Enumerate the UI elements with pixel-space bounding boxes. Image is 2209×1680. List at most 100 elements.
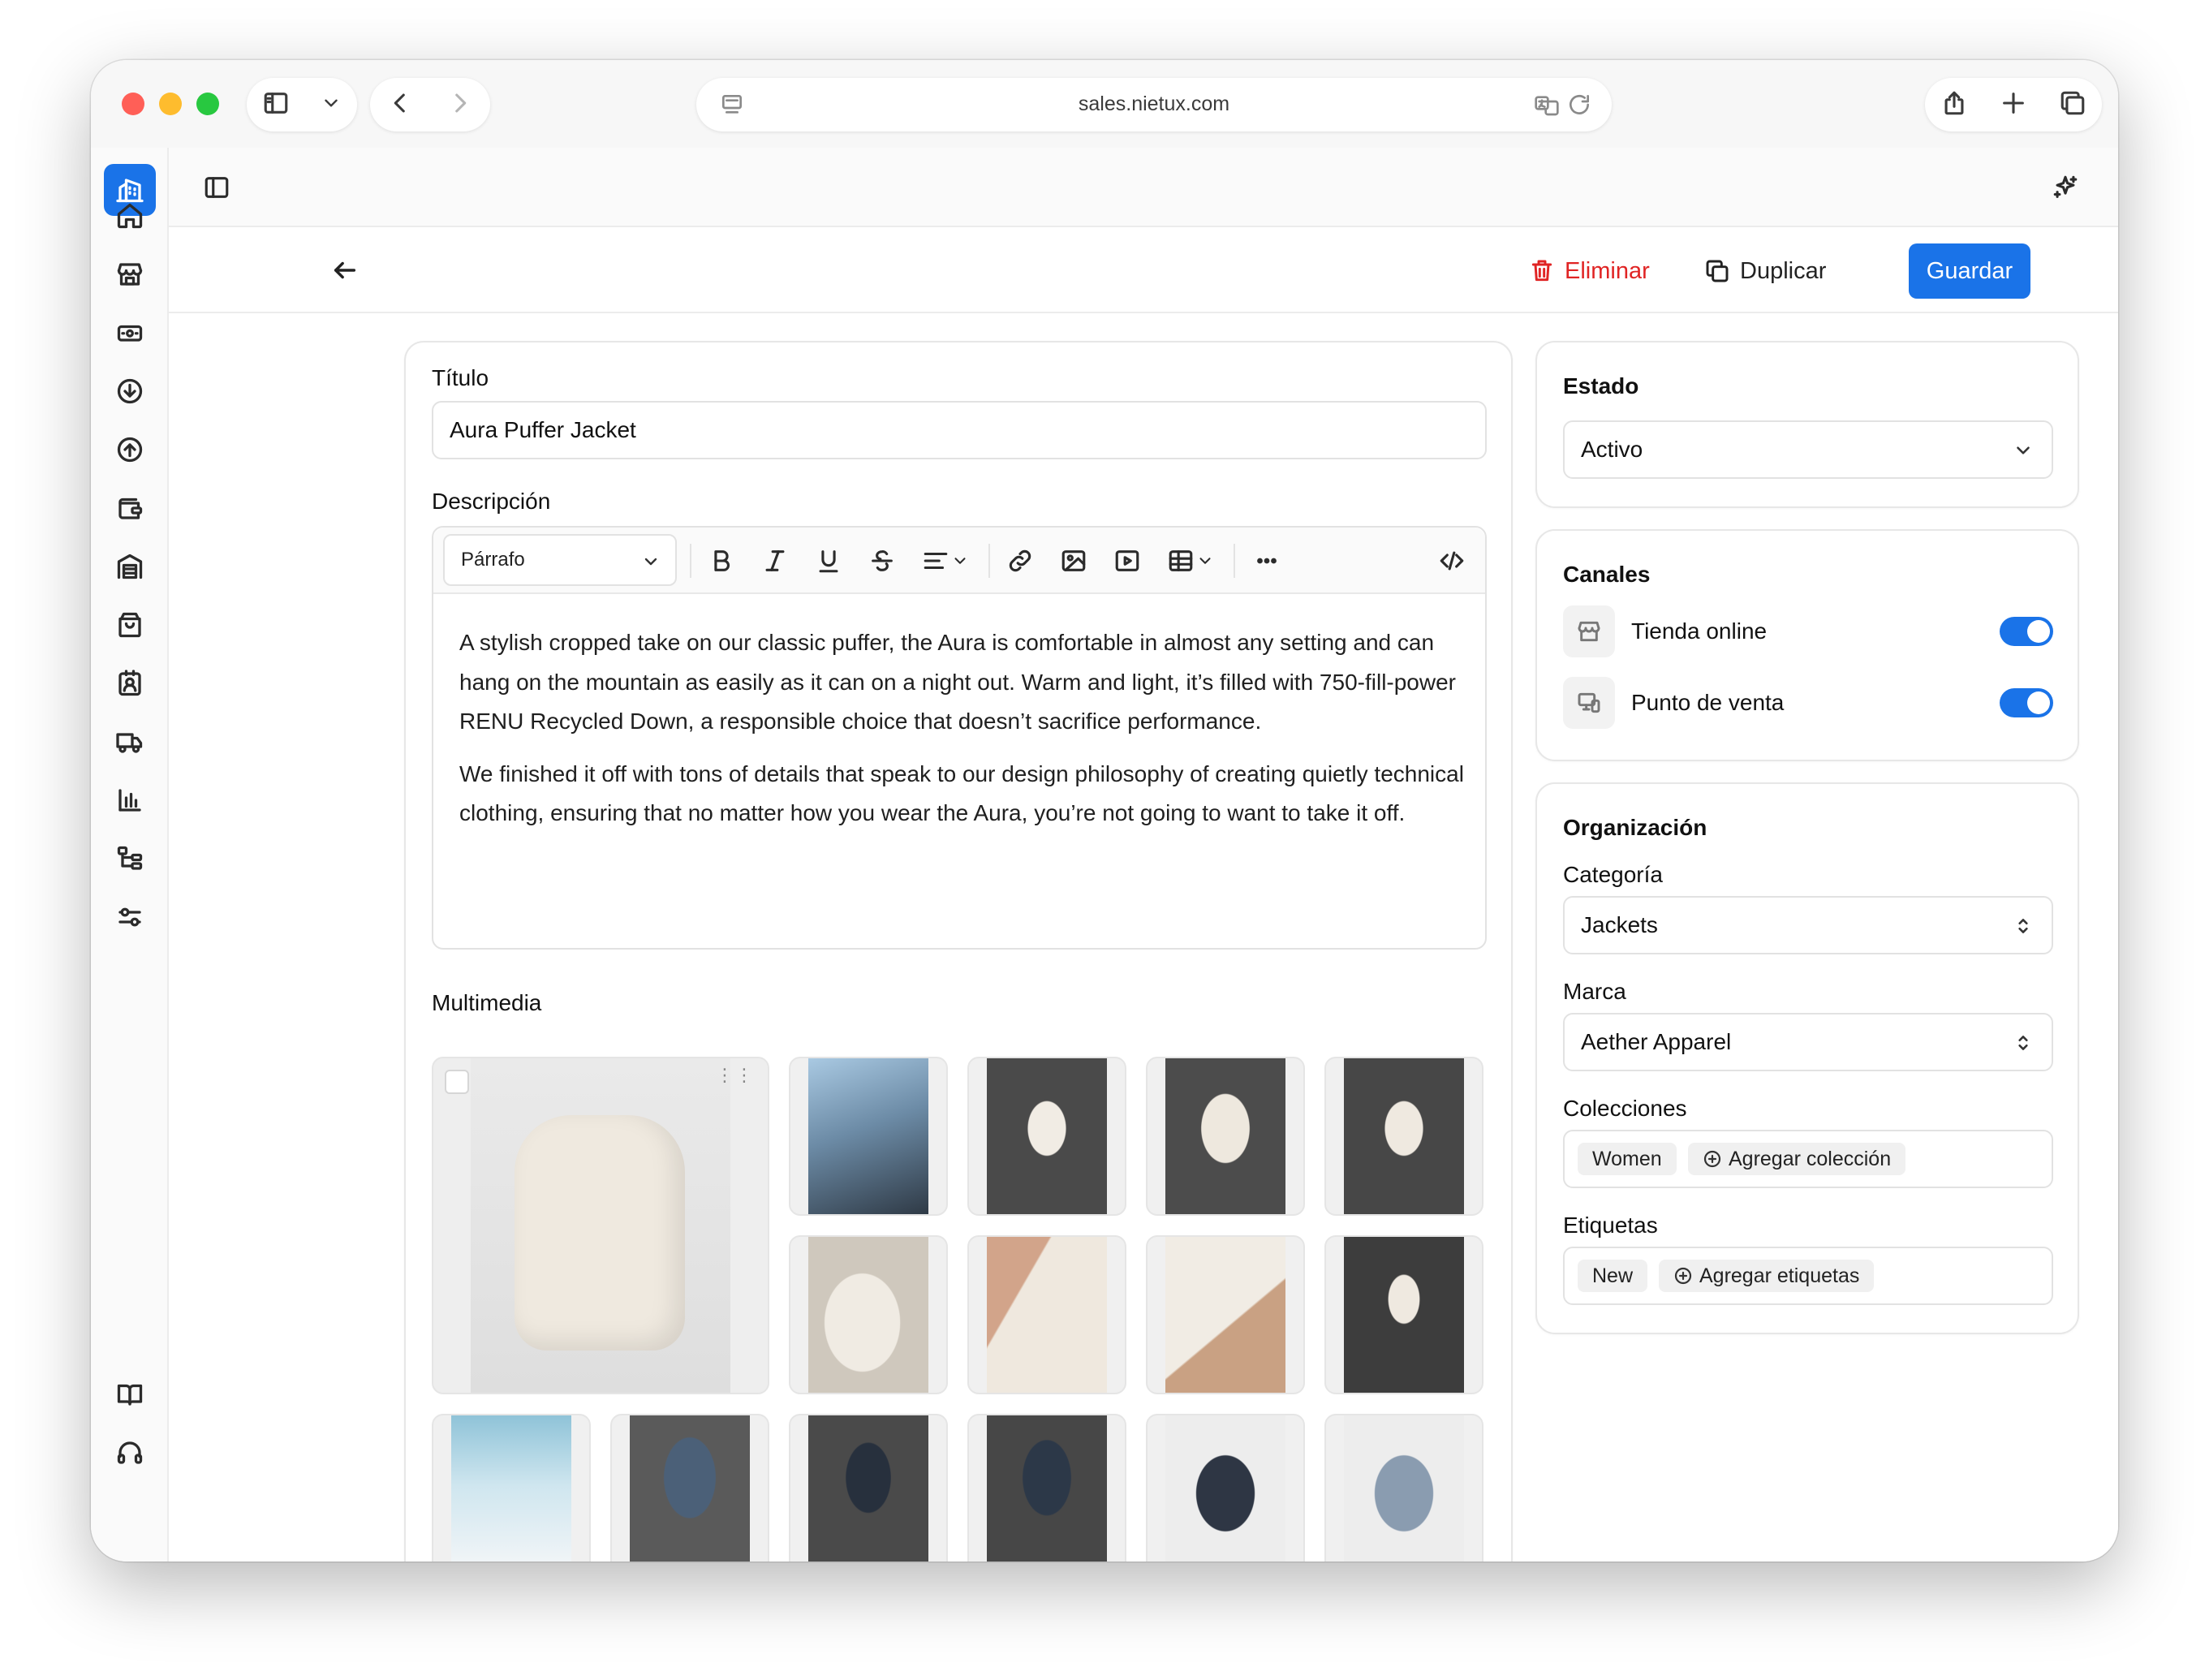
- media-item[interactable]: [1146, 1057, 1305, 1216]
- media-select-checkbox[interactable]: [445, 1070, 469, 1094]
- brand-select[interactable]: Aether Apparel: [1563, 1013, 2053, 1071]
- nav-wallet[interactable]: [115, 493, 144, 523]
- sidebar-toggle-group: [247, 78, 357, 131]
- add-tags-button[interactable]: Agregar etiquetas: [1659, 1260, 1875, 1292]
- chevron-up-down-icon: [2018, 919, 2028, 933]
- align-dropdown-button[interactable]: [922, 547, 974, 575]
- collections-field[interactable]: Women Agregar colección: [1563, 1130, 2053, 1188]
- code-view-button[interactable]: [1438, 547, 1466, 575]
- address-bar[interactable]: sales.nietux.com: [696, 78, 1612, 131]
- back-button[interactable]: [331, 256, 359, 284]
- money-icon: [117, 325, 143, 342]
- bold-button[interactable]: [708, 547, 735, 575]
- arrow-up-circle-icon: [117, 437, 143, 463]
- chevron-down-icon[interactable]: [321, 93, 342, 118]
- media-image: [1165, 1058, 1285, 1214]
- nav-store[interactable]: [115, 260, 144, 289]
- more-options-button[interactable]: [1253, 547, 1281, 575]
- media-item[interactable]: [789, 1235, 948, 1394]
- nav-support[interactable]: [115, 1438, 144, 1467]
- copy-icon: [1706, 260, 1729, 282]
- media-item[interactable]: [1146, 1414, 1305, 1562]
- drag-handle-icon[interactable]: ⋮⋮: [716, 1066, 755, 1084]
- media-image: [1344, 1237, 1464, 1393]
- media-item[interactable]: [967, 1414, 1126, 1562]
- nav-analytics[interactable]: [115, 786, 144, 815]
- tabs-overview-icon[interactable]: [2059, 89, 2086, 121]
- close-window-button[interactable]: [122, 93, 144, 115]
- link-button[interactable]: [1006, 547, 1034, 575]
- panel-toggle-icon[interactable]: [203, 174, 230, 201]
- video-button[interactable]: [1113, 547, 1141, 575]
- media-item[interactable]: [967, 1057, 1126, 1216]
- tags-field[interactable]: New Agregar etiquetas: [1563, 1247, 2053, 1305]
- tags-label: Etiquetas: [1563, 1213, 1658, 1238]
- zoom-window-button[interactable]: [196, 93, 219, 115]
- description-content[interactable]: A stylish cropped take on our classic pu…: [459, 623, 1466, 846]
- nav-outgoing[interactable]: [115, 435, 144, 464]
- nav-home[interactable]: [115, 201, 144, 230]
- nav-warehouse[interactable]: [115, 552, 144, 581]
- minimize-window-button[interactable]: [159, 93, 182, 115]
- nav-settings[interactable]: [115, 902, 144, 932]
- brand-label: Marca: [1563, 979, 1626, 1004]
- channel-toggle-online[interactable]: [2000, 617, 2053, 646]
- translate-icon[interactable]: [1534, 92, 1560, 118]
- strikethrough-button[interactable]: [868, 547, 896, 575]
- save-button[interactable]: Guardar: [1909, 243, 2030, 299]
- nav-incoming[interactable]: [115, 377, 144, 406]
- paragraph-format-select[interactable]: Párrafo: [443, 534, 677, 586]
- code-icon: [1440, 551, 1464, 571]
- add-tags-label: Agregar etiquetas: [1699, 1264, 1860, 1287]
- add-collection-button[interactable]: Agregar colección: [1688, 1143, 1906, 1175]
- new-tab-icon[interactable]: [2000, 89, 2027, 121]
- back-icon[interactable]: [386, 89, 414, 121]
- reload-icon[interactable]: [1566, 92, 1592, 118]
- media-item[interactable]: [610, 1414, 769, 1562]
- italic-button[interactable]: [761, 547, 789, 575]
- media-item[interactable]: [1324, 1414, 1483, 1562]
- media-item[interactable]: [432, 1414, 591, 1562]
- plus-circle-icon: [1674, 1267, 1692, 1285]
- media-item-primary[interactable]: ⋮⋮: [432, 1057, 769, 1394]
- store-icon: [117, 263, 143, 286]
- app-sidebar: [91, 148, 169, 1562]
- nav-payments[interactable]: [115, 318, 144, 347]
- link-icon: [1009, 549, 1031, 572]
- media-item[interactable]: [1146, 1235, 1305, 1394]
- title-input[interactable]: Aura Puffer Jacket: [432, 401, 1487, 459]
- tag-chip[interactable]: New: [1578, 1260, 1648, 1292]
- duplicate-button[interactable]: Duplicar: [1704, 243, 1826, 299]
- channels-label: Canales: [1563, 562, 1651, 587]
- nav-hierarchy[interactable]: [115, 844, 144, 873]
- channel-toggle-pos[interactable]: [2000, 688, 2053, 717]
- collection-chip[interactable]: Women: [1578, 1143, 1677, 1175]
- arrow-down-circle-icon: [117, 378, 143, 404]
- chevron-down-icon: [2017, 446, 2030, 454]
- image-button[interactable]: [1060, 547, 1087, 575]
- media-item[interactable]: [967, 1235, 1126, 1394]
- brand-value: Aether Apparel: [1581, 1029, 1732, 1054]
- status-select[interactable]: Activo: [1563, 420, 2053, 479]
- media-item[interactable]: [789, 1414, 948, 1562]
- nav-shipping[interactable]: [115, 727, 144, 756]
- sparkles-icon[interactable]: [2052, 174, 2079, 201]
- underline-button[interactable]: [815, 547, 842, 575]
- table-icon: [1169, 550, 1193, 571]
- share-icon[interactable]: [1940, 89, 1968, 121]
- media-item[interactable]: [789, 1057, 948, 1216]
- channel-label: Tienda online: [1631, 618, 1768, 644]
- category-select[interactable]: Jackets: [1563, 896, 2053, 954]
- jacket-shape: [515, 1115, 685, 1350]
- nav-customers[interactable]: [115, 669, 144, 698]
- forward-icon[interactable]: [446, 89, 474, 121]
- nav-products[interactable]: [115, 610, 144, 640]
- media-item[interactable]: [1324, 1057, 1483, 1216]
- nav-docs[interactable]: [115, 1380, 144, 1409]
- browser-sidebar-icon[interactable]: [262, 89, 290, 121]
- media-item[interactable]: [1324, 1235, 1483, 1394]
- table-dropdown-button[interactable]: [1167, 547, 1219, 575]
- delete-button[interactable]: Eliminar: [1529, 243, 1650, 299]
- page-header: Eliminar Duplicar Guardar: [169, 227, 2118, 313]
- underline-icon: [819, 550, 838, 573]
